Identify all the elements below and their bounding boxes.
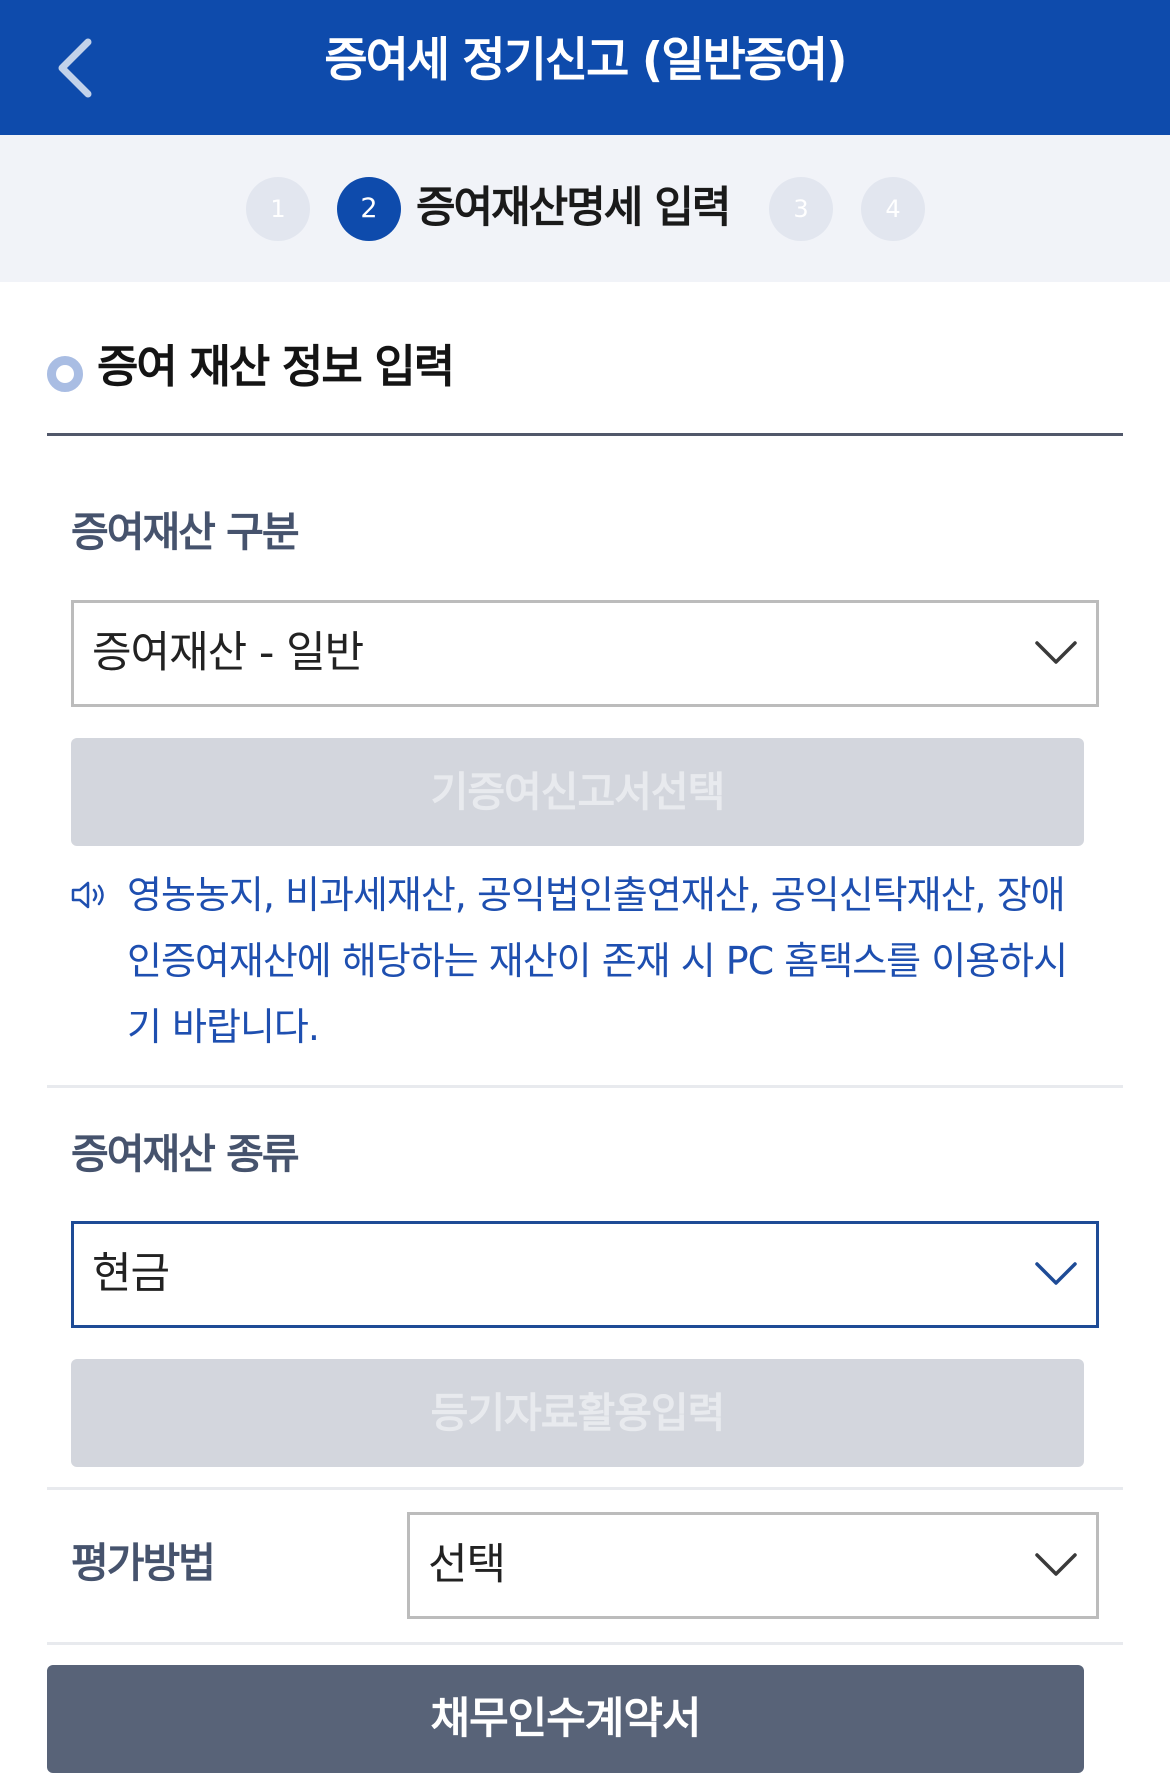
section-divider xyxy=(47,433,1123,436)
debt-assumption-contract-button[interactable]: 채무인수계약서 xyxy=(47,1665,1084,1773)
valuation-method-label: 평가방법 xyxy=(71,1539,216,1587)
page-title: 증여세 정기신고 (일반증여) xyxy=(324,33,847,88)
step-indicator: 1 2 증여재산명세 입력 3 4 xyxy=(0,135,1170,282)
step-3: 3 xyxy=(769,177,833,241)
gift-type-select[interactable]: 현금 xyxy=(71,1221,1099,1328)
gift-type-value: 현금 xyxy=(92,1249,170,1299)
divider xyxy=(47,1487,1123,1490)
prior-gift-report-button[interactable]: 기증여신고서선택 xyxy=(71,738,1084,846)
circle-bullet-icon xyxy=(47,356,83,392)
section-title: 증여 재산 정보 입력 xyxy=(97,340,455,393)
gift-type-label: 증여재산 종류 xyxy=(71,1130,300,1178)
notice-text: 영농농지, 비과세재산, 공익법인출연재산, 공익신탁재산, 장애인증여재산에 … xyxy=(127,873,1068,1049)
valuation-method-value: 선택 xyxy=(428,1540,506,1590)
chevron-down-icon xyxy=(1035,641,1077,664)
active-step-label: 증여재산명세 입력 xyxy=(416,183,731,233)
gift-category-select[interactable]: 증여재산 - 일반 xyxy=(71,600,1099,707)
gift-category-label: 증여재산 구분 xyxy=(71,508,300,556)
gift-category-value: 증여재산 - 일반 xyxy=(92,628,364,678)
chevron-down-icon xyxy=(1035,1262,1077,1285)
step-2-active: 2 xyxy=(337,177,401,241)
divider xyxy=(47,1642,1123,1645)
divider xyxy=(47,1085,1123,1088)
chevron-down-icon xyxy=(1035,1553,1077,1576)
step-4: 4 xyxy=(861,177,925,241)
step-1: 1 xyxy=(246,177,310,241)
speaker-icon xyxy=(71,881,104,909)
app-header: 증여세 정기신고 (일반증여) xyxy=(0,0,1170,135)
valuation-method-select[interactable]: 선택 xyxy=(407,1512,1099,1619)
registry-data-input-button[interactable]: 등기자료활용입력 xyxy=(71,1359,1084,1467)
